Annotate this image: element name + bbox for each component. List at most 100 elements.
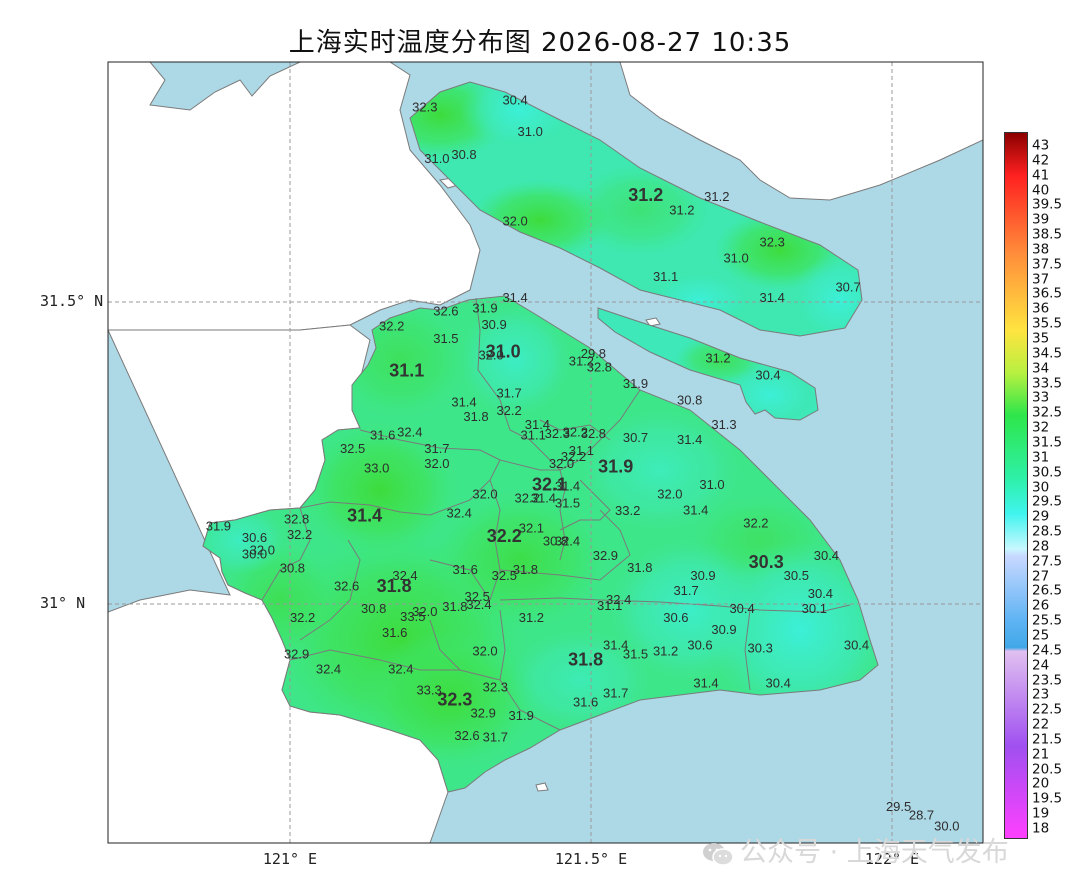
station-value-label: 32.2: [379, 318, 404, 333]
station-value-label: 31.8: [627, 560, 652, 575]
station-value-label: 32.6: [454, 728, 479, 743]
lon-label-121: 121° E: [262, 850, 318, 868]
station-value-label: 32.3: [412, 100, 437, 115]
colorbar-tick-label: 24: [1032, 656, 1050, 673]
station-value-label: 30.8: [677, 393, 702, 408]
station-value-label: 30.4: [729, 601, 754, 616]
station-value-label: 31.4: [451, 395, 476, 410]
colorbar-tick-label: 25: [1032, 627, 1050, 644]
station-value-label: 30.4: [844, 637, 869, 652]
colorbar-tick-label: 33: [1032, 389, 1050, 406]
wechat-icon: [703, 842, 734, 866]
lat-label-31: 31° N: [40, 594, 86, 612]
station-value-label: 30.4: [755, 367, 780, 382]
colorbar-tick-label: 35.5: [1032, 315, 1063, 332]
station-value-label: 31.0: [518, 124, 543, 139]
station-value-label: 31.6: [453, 562, 478, 577]
station-value-label: 32.2: [287, 527, 312, 542]
station-value-label: 32.2: [496, 403, 521, 418]
colorbar-tick-label: 18: [1032, 820, 1050, 837]
station-value-label: 30.9: [690, 568, 715, 583]
station-value-label: 30.0: [242, 547, 267, 562]
colorbar-tick-label: 21: [1032, 746, 1050, 762]
district-mean-label: 31.4: [347, 505, 382, 525]
colorbar-tick-label: 23.5: [1032, 671, 1063, 688]
colorbar-tick-label: 20: [1032, 775, 1050, 792]
station-value-label: 31.0: [723, 251, 748, 266]
station-value-label: 30.3: [748, 640, 773, 655]
station-value-label: 32.4: [555, 533, 580, 548]
colorbar-tick-label: 30.5: [1032, 463, 1063, 480]
colorbar-tick-label: 38: [1032, 241, 1050, 258]
colorbar-tick-label: 29.5: [1032, 493, 1063, 510]
station-value-label: 31.3: [711, 417, 736, 432]
station-value-label: 33.0: [364, 460, 389, 475]
colorbar-tick-label: 28: [1032, 538, 1050, 555]
station-value-label: 29.5: [886, 799, 911, 814]
colorbar-tick-label: 34: [1032, 359, 1050, 376]
colorbar-tick-label: 27.5: [1032, 552, 1063, 569]
colorbar-tick-label: 32.5: [1032, 404, 1063, 421]
station-value-label: 32.0: [424, 456, 449, 471]
station-value-label: 32.3: [483, 680, 508, 695]
station-value-label: 32.3: [760, 234, 785, 249]
colorbar-tick-label: 36: [1032, 300, 1050, 317]
colorbar-tick-label: 42: [1032, 152, 1050, 169]
station-value-label: 32.9: [284, 646, 309, 661]
station-value-label: 32.8: [587, 360, 612, 375]
colorbar-tick-label: 23: [1032, 686, 1050, 703]
station-value-label: 31.1: [597, 598, 622, 613]
colorbar-tick-label: 32: [1032, 419, 1050, 436]
station-value-label: 31.7: [673, 583, 698, 598]
colorbar-tick-label: 29: [1032, 508, 1050, 525]
station-value-label: 31.5: [623, 646, 648, 661]
station-value-label: 31.6: [382, 625, 407, 640]
station-value-label: 32.0: [472, 486, 497, 501]
station-value-label: 32.6: [433, 303, 458, 318]
station-value-label: 31.7: [483, 730, 508, 745]
station-value-label: 30.4: [814, 548, 839, 563]
station-value-label: 33.2: [615, 503, 640, 518]
station-value-label: 32.2: [743, 515, 768, 530]
colorbar-tick-label: 26.5: [1032, 582, 1063, 599]
station-value-label: 31.6: [573, 695, 598, 710]
district-mean-label: 31.9: [598, 456, 633, 476]
colorbar-tick-label: 25.5: [1032, 612, 1063, 629]
district-mean-label: 30.3: [749, 552, 784, 572]
station-value-label: 30.6: [663, 610, 688, 625]
station-value-label: 31.4: [760, 290, 785, 305]
station-value-label: 31.8: [442, 599, 467, 614]
station-value-label: 30.4: [502, 93, 527, 108]
station-value-label: 31.1: [653, 269, 678, 284]
station-value-label: 32.0: [657, 486, 682, 501]
station-value-label: 31.1: [521, 428, 546, 443]
station-value-label: 31.0: [699, 477, 724, 492]
colorbar-tick-label: 19: [1032, 805, 1050, 822]
lat-label-31-5: 31.5° N: [40, 292, 104, 310]
colorbar-tick-label: 21.5: [1032, 731, 1063, 748]
station-value-label: 31.9: [206, 518, 231, 533]
station-value-label: 32.4: [316, 662, 341, 677]
colorbar-tick-label: 37: [1032, 270, 1050, 287]
station-value-label: 31.2: [705, 350, 730, 365]
station-value-label: 32.4: [388, 662, 413, 677]
station-value-label: 30.9: [711, 622, 736, 637]
station-value-label: 32.0: [549, 456, 574, 471]
lon-label-121-5: 121.5° E: [554, 850, 628, 868]
district-mean-label: 32.2: [487, 526, 522, 546]
station-value-label: 32.5: [340, 441, 365, 456]
district-mean-label: 31.2: [628, 185, 663, 205]
station-value-label: 32.1: [519, 521, 544, 536]
station-value-label: 31.0: [424, 151, 449, 166]
station-value-label: 31.7: [603, 686, 628, 701]
station-value-label: 31.9: [623, 376, 648, 391]
station-value-label: 31.6: [370, 428, 395, 443]
station-value-label: 31.5: [433, 331, 458, 346]
station-value-label: 32.4: [447, 506, 472, 521]
station-value-label: 32.4: [466, 597, 491, 612]
station-value-label: 32.5: [492, 568, 517, 583]
station-value-label: 31.4: [677, 432, 702, 447]
colorbar-tick-label: 38.5: [1032, 226, 1063, 243]
station-value-label: 30.9: [481, 317, 506, 332]
station-value-label: 31.2: [704, 189, 729, 204]
